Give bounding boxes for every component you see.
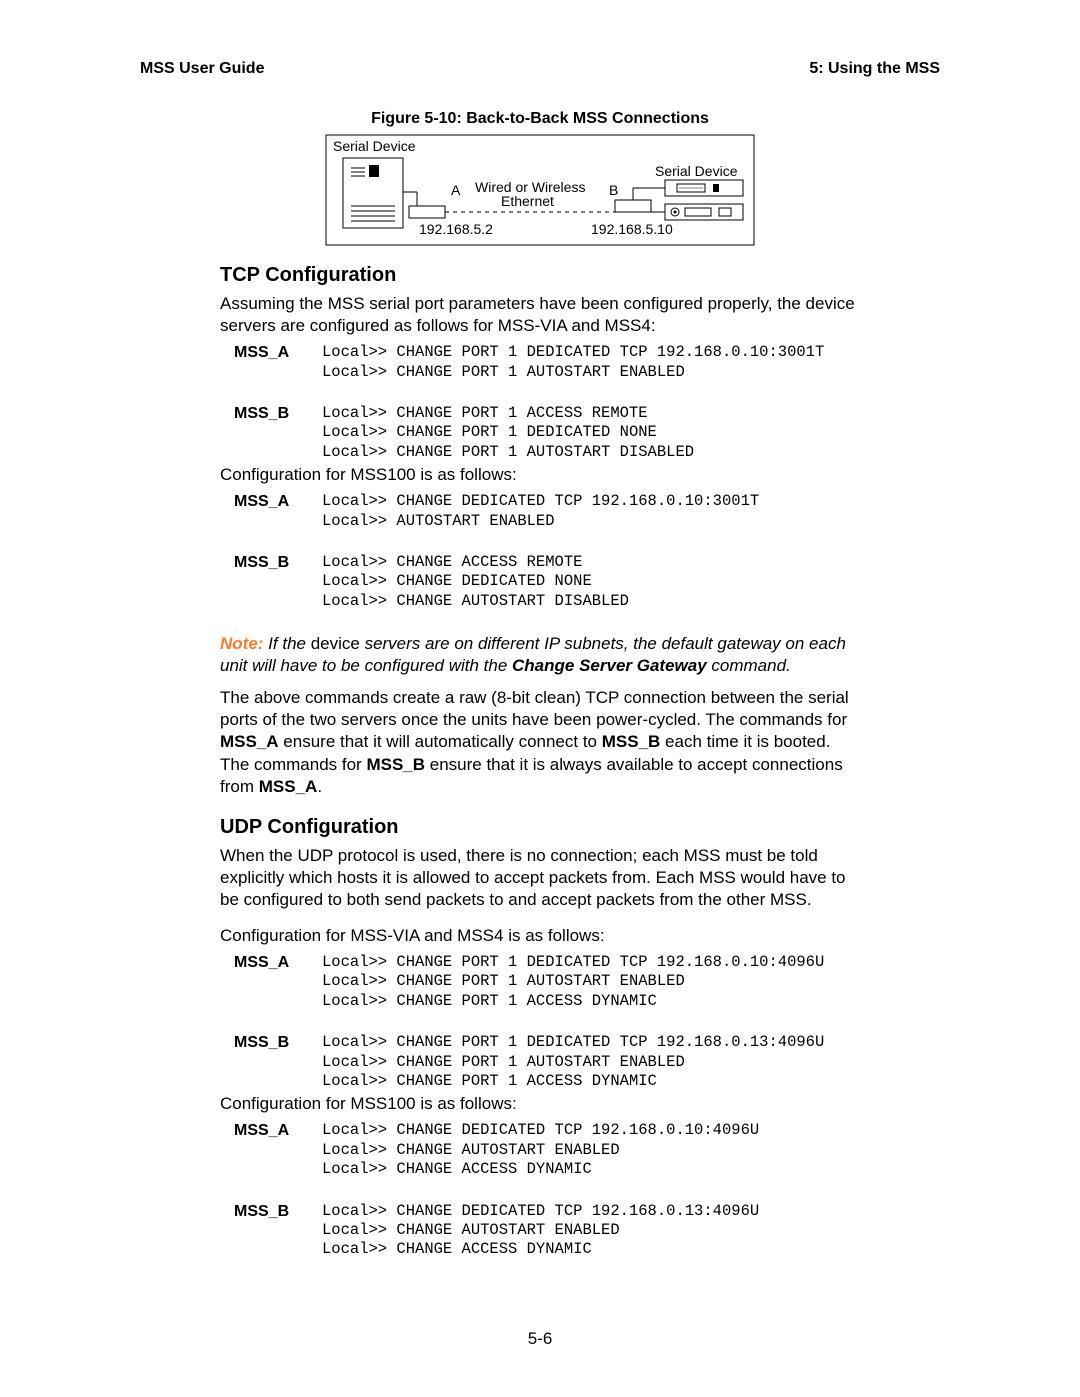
code-label: MSS_B [234,404,322,423]
tcp-row1-mssb: MSS_B Local>> CHANGE PORT 1 ACCESS REMOT… [234,404,860,462]
tcp-row2-mssa: MSS_A Local>> CHANGE DEDICATED TCP 192.1… [234,492,860,531]
page-number: 5-6 [0,1329,1080,1349]
figure-label-serial-right: Serial Device [655,163,738,179]
code-label: MSS_A [234,343,322,362]
page-header: MSS User Guide 5: Using the MSS [140,60,940,78]
tcp-intro: Assuming the MSS serial port parameters … [220,293,860,337]
udp-row1-mssa: MSS_A Local>> CHANGE PORT 1 DEDICATED TC… [234,953,860,1011]
figure-label-a: A [451,182,461,198]
figure-ip-left: 192.168.5.2 [419,221,493,237]
code-label: MSS_B [234,553,322,572]
udp-intro: When the UDP protocol is used, there is … [220,845,860,911]
code-label: MSS_A [234,953,322,972]
code-label: MSS_A [234,1121,322,1140]
note-device: device [311,634,360,653]
figure-label-ethernet: Ethernet [501,193,554,209]
bold-mss-a2: MSS_A [259,777,318,796]
code-block: Local>> CHANGE PORT 1 DEDICATED TCP 192.… [322,343,824,382]
text: . [317,777,322,796]
udp-row1-mssb: MSS_B Local>> CHANGE PORT 1 DEDICATED TC… [234,1033,860,1091]
figure-ip-right: 192.168.5.10 [591,221,673,237]
udp-row2-mssa: MSS_A Local>> CHANGE DEDICATED TCP 192.1… [234,1121,860,1179]
udp-para2: Configuration for MSS-VIA and MSS4 is as… [220,925,860,947]
figure-diagram: Serial Device Serial Device A Wired [325,134,755,246]
bold-mss-b2: MSS_B [366,755,425,774]
note-label: Note: [220,634,263,653]
text: ensure that it will automatically connec… [279,732,602,751]
figure-caption: Figure 5-10: Back-to-Back MSS Connection… [220,110,860,128]
tcp-row2-mssb: MSS_B Local>> CHANGE ACCESS REMOTE Local… [234,553,860,611]
tcp-row1-mssa: MSS_A Local>> CHANGE PORT 1 DEDICATED TC… [234,343,860,382]
code-block: Local>> CHANGE DEDICATED TCP 192.168.0.1… [322,1202,759,1260]
text: The above commands create a raw (8-bit c… [220,688,849,729]
udp-mid-para: Configuration for MSS100 is as follows: [220,1093,860,1115]
udp-row2-mssb: MSS_B Local>> CHANGE DEDICATED TCP 192.1… [234,1202,860,1260]
tcp-mid-para: Configuration for MSS100 is as follows: [220,464,860,486]
bold-mss-a: MSS_A [220,732,279,751]
code-block: Local>> CHANGE DEDICATED TCP 192.168.0.1… [322,492,759,531]
heading-udp: UDP Configuration [220,816,860,839]
heading-tcp: TCP Configuration [220,264,860,287]
code-label: MSS_B [234,1033,322,1052]
code-block: Local>> CHANGE PORT 1 DEDICATED TCP 192.… [322,953,824,1011]
page: MSS User Guide 5: Using the MSS Figure 5… [0,0,1080,1397]
code-block: Local>> CHANGE PORT 1 ACCESS REMOTE Loca… [322,404,694,462]
header-left: MSS User Guide [140,60,264,78]
code-block: Local>> CHANGE ACCESS REMOTE Local>> CHA… [322,553,629,611]
code-label: MSS_B [234,1202,322,1221]
header-right: 5: Using the MSS [809,60,940,78]
tcp-para2: The above commands create a raw (8-bit c… [220,687,860,797]
code-label: MSS_A [234,492,322,511]
bold-mss-b: MSS_B [602,732,661,751]
figure-label-b: B [609,182,618,198]
figure-label-serial-left: Serial Device [333,138,416,154]
tcp-note: Note: If the device servers are on diffe… [220,633,860,677]
note-text-pre: If the [263,634,310,653]
code-block: Local>> CHANGE PORT 1 DEDICATED TCP 192.… [322,1033,824,1091]
page-content: Figure 5-10: Back-to-Back MSS Connection… [220,100,860,1262]
code-block: Local>> CHANGE DEDICATED TCP 192.168.0.1… [322,1121,759,1179]
note-text-post2: command. [707,656,791,675]
note-bold: Change Server Gateway [512,656,707,675]
